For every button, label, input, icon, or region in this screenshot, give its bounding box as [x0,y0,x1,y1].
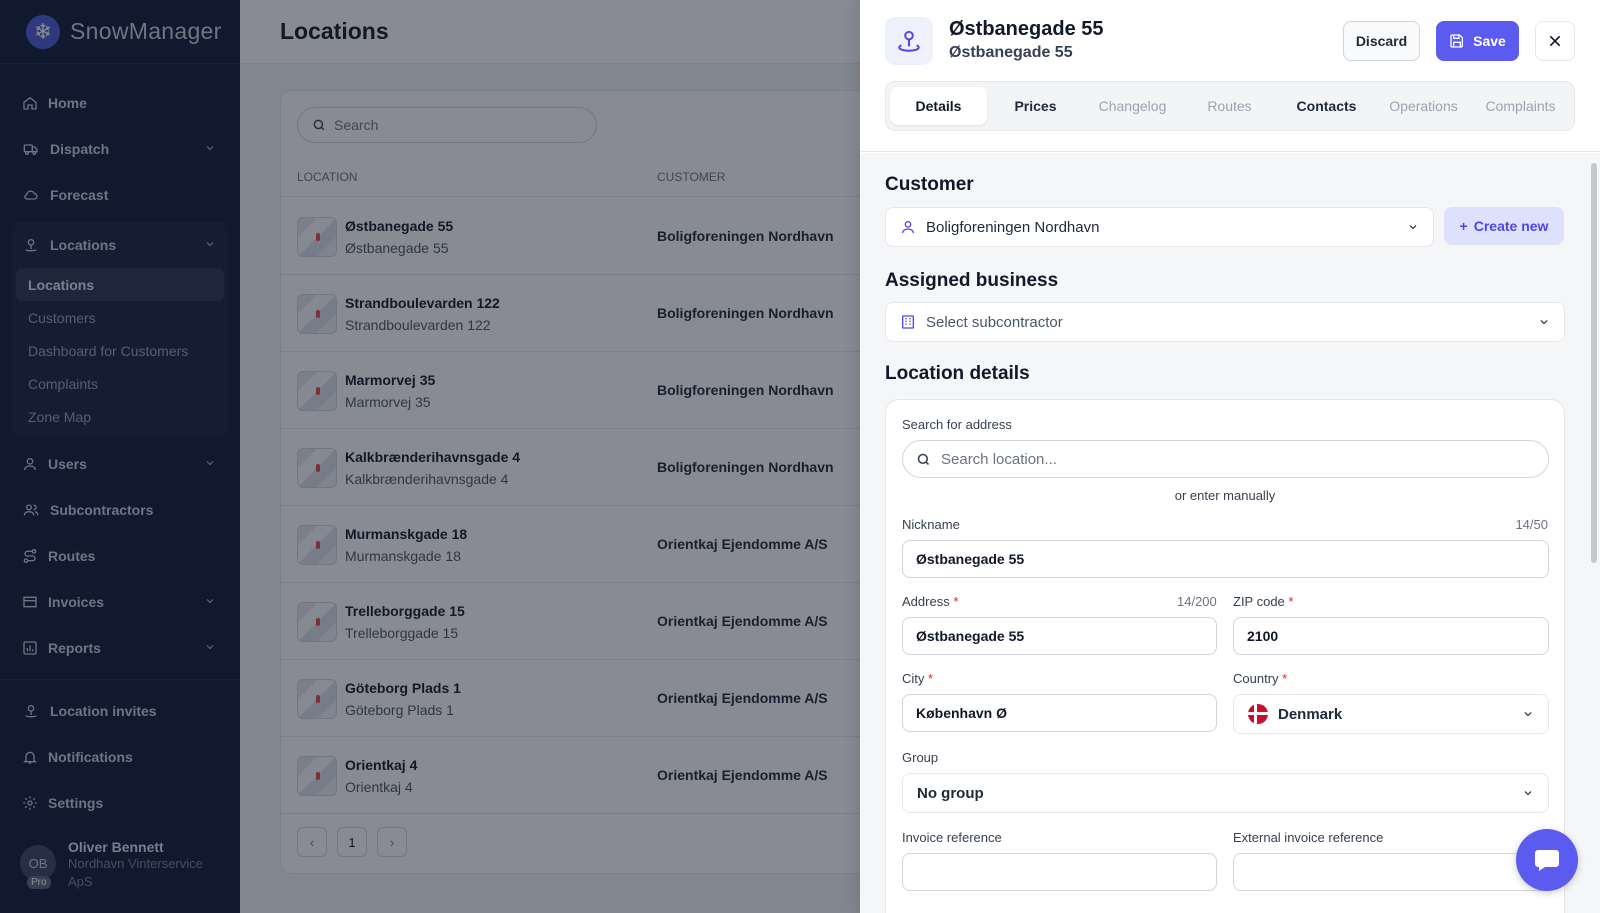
required-mark: * [928,671,934,686]
plus-icon: + [1459,218,1468,234]
customer-select[interactable]: Boligforeningen Nordhavn [885,207,1434,247]
address-label: Address * [902,594,958,609]
nickname-counter: 14/50 [1515,517,1548,532]
user-icon [902,221,914,234]
address-label-text: Address [902,594,950,609]
required-mark: * [1282,671,1288,686]
address-search-placeholder: Search location... [941,450,1057,468]
chevron-down-icon [1409,225,1417,230]
scrollbar[interactable] [1591,163,1597,563]
zip-label: ZIP code * [1233,594,1293,609]
chevron-down-icon [1524,712,1532,717]
search-icon [917,453,930,465]
invoice-reference-field[interactable] [902,853,1217,891]
drawer-subtitle: Østbanegade 55 [949,44,1073,61]
close-button[interactable] [1535,21,1575,61]
discard-button[interactable]: Discard [1343,21,1420,61]
address-field[interactable]: Østbanegade 55 [902,617,1217,655]
address-search-input[interactable]: Search location... [902,440,1549,478]
required-mark: * [953,594,959,609]
tab-contacts[interactable]: Contacts [1278,87,1375,125]
or-enter-manually: or enter manually [1174,488,1276,503]
tab-routes[interactable]: Routes [1181,87,1278,125]
address-counter: 14/200 [1177,594,1217,609]
drawer-tabs: Details Prices Changelog Routes Contacts… [885,81,1575,131]
chevron-down-icon [1540,320,1548,325]
subcontractor-placeholder: Select subcontractor [926,313,1063,331]
location-details-title: Location details [885,363,1030,384]
chat-launcher-button[interactable] [1516,829,1578,891]
modal-backdrop[interactable] [0,0,860,913]
tab-operations[interactable]: Operations [1375,87,1472,125]
group-value: No group [917,784,984,802]
denmark-flag-icon [1248,704,1268,724]
subcontractor-select[interactable]: Select subcontractor [885,302,1565,342]
city-label: City * [902,671,933,686]
city-field[interactable]: København Ø [902,694,1217,732]
close-icon [1549,35,1561,47]
create-new-label: Create new [1473,218,1549,234]
customer-select-value: Boligforeningen Nordhavn [926,218,1100,236]
tab-prices[interactable]: Prices [987,87,1084,125]
drawer-title: Østbanegade 55 [949,18,1104,40]
country-label: Country * [1233,671,1287,686]
country-value: Denmark [1278,705,1343,723]
nickname-label: Nickname [902,517,960,532]
building-icon [902,315,914,329]
tab-complaints[interactable]: Complaints [1472,87,1569,125]
assigned-business-title: Assigned business [885,270,1059,291]
required-mark: * [1288,594,1294,609]
external-invoice-reference-field[interactable] [1233,853,1549,891]
location-details-card: Search for address Search location... or… [885,399,1565,913]
group-select[interactable]: No group [902,773,1549,813]
chevron-down-icon [1524,791,1532,796]
drawer-header: Østbanegade 55 Østbanegade 55 Discard Sa… [860,0,1600,152]
drawer-body: Customer Boligforeningen Nordhavn + Crea… [860,153,1600,913]
zip-label-text: ZIP code [1233,594,1285,609]
city-label-text: City [902,671,925,686]
country-label-text: Country [1233,671,1279,686]
zip-code-field[interactable]: 2100 [1233,617,1549,655]
save-icon [1450,34,1464,48]
customer-section-title: Customer [885,174,974,195]
tab-details[interactable]: Details [890,87,987,125]
save-button-label: Save [1473,33,1506,49]
invoice-reference-label: Invoice reference [902,830,1002,845]
chat-bubble-icon [1535,850,1559,871]
location-pin-icon [885,17,933,65]
save-button[interactable]: Save [1436,21,1519,61]
external-invoice-reference-label: External invoice reference [1233,830,1384,845]
country-select[interactable]: Denmark [1233,694,1549,734]
create-new-customer-button[interactable]: + Create new [1444,207,1564,245]
location-edit-drawer: Østbanegade 55 Østbanegade 55 Discard Sa… [860,0,1600,913]
group-label: Group [902,750,939,765]
search-address-label: Search for address [902,417,1012,432]
nickname-field[interactable]: Østbanegade 55 [902,540,1549,578]
tab-changelog[interactable]: Changelog [1084,87,1181,125]
